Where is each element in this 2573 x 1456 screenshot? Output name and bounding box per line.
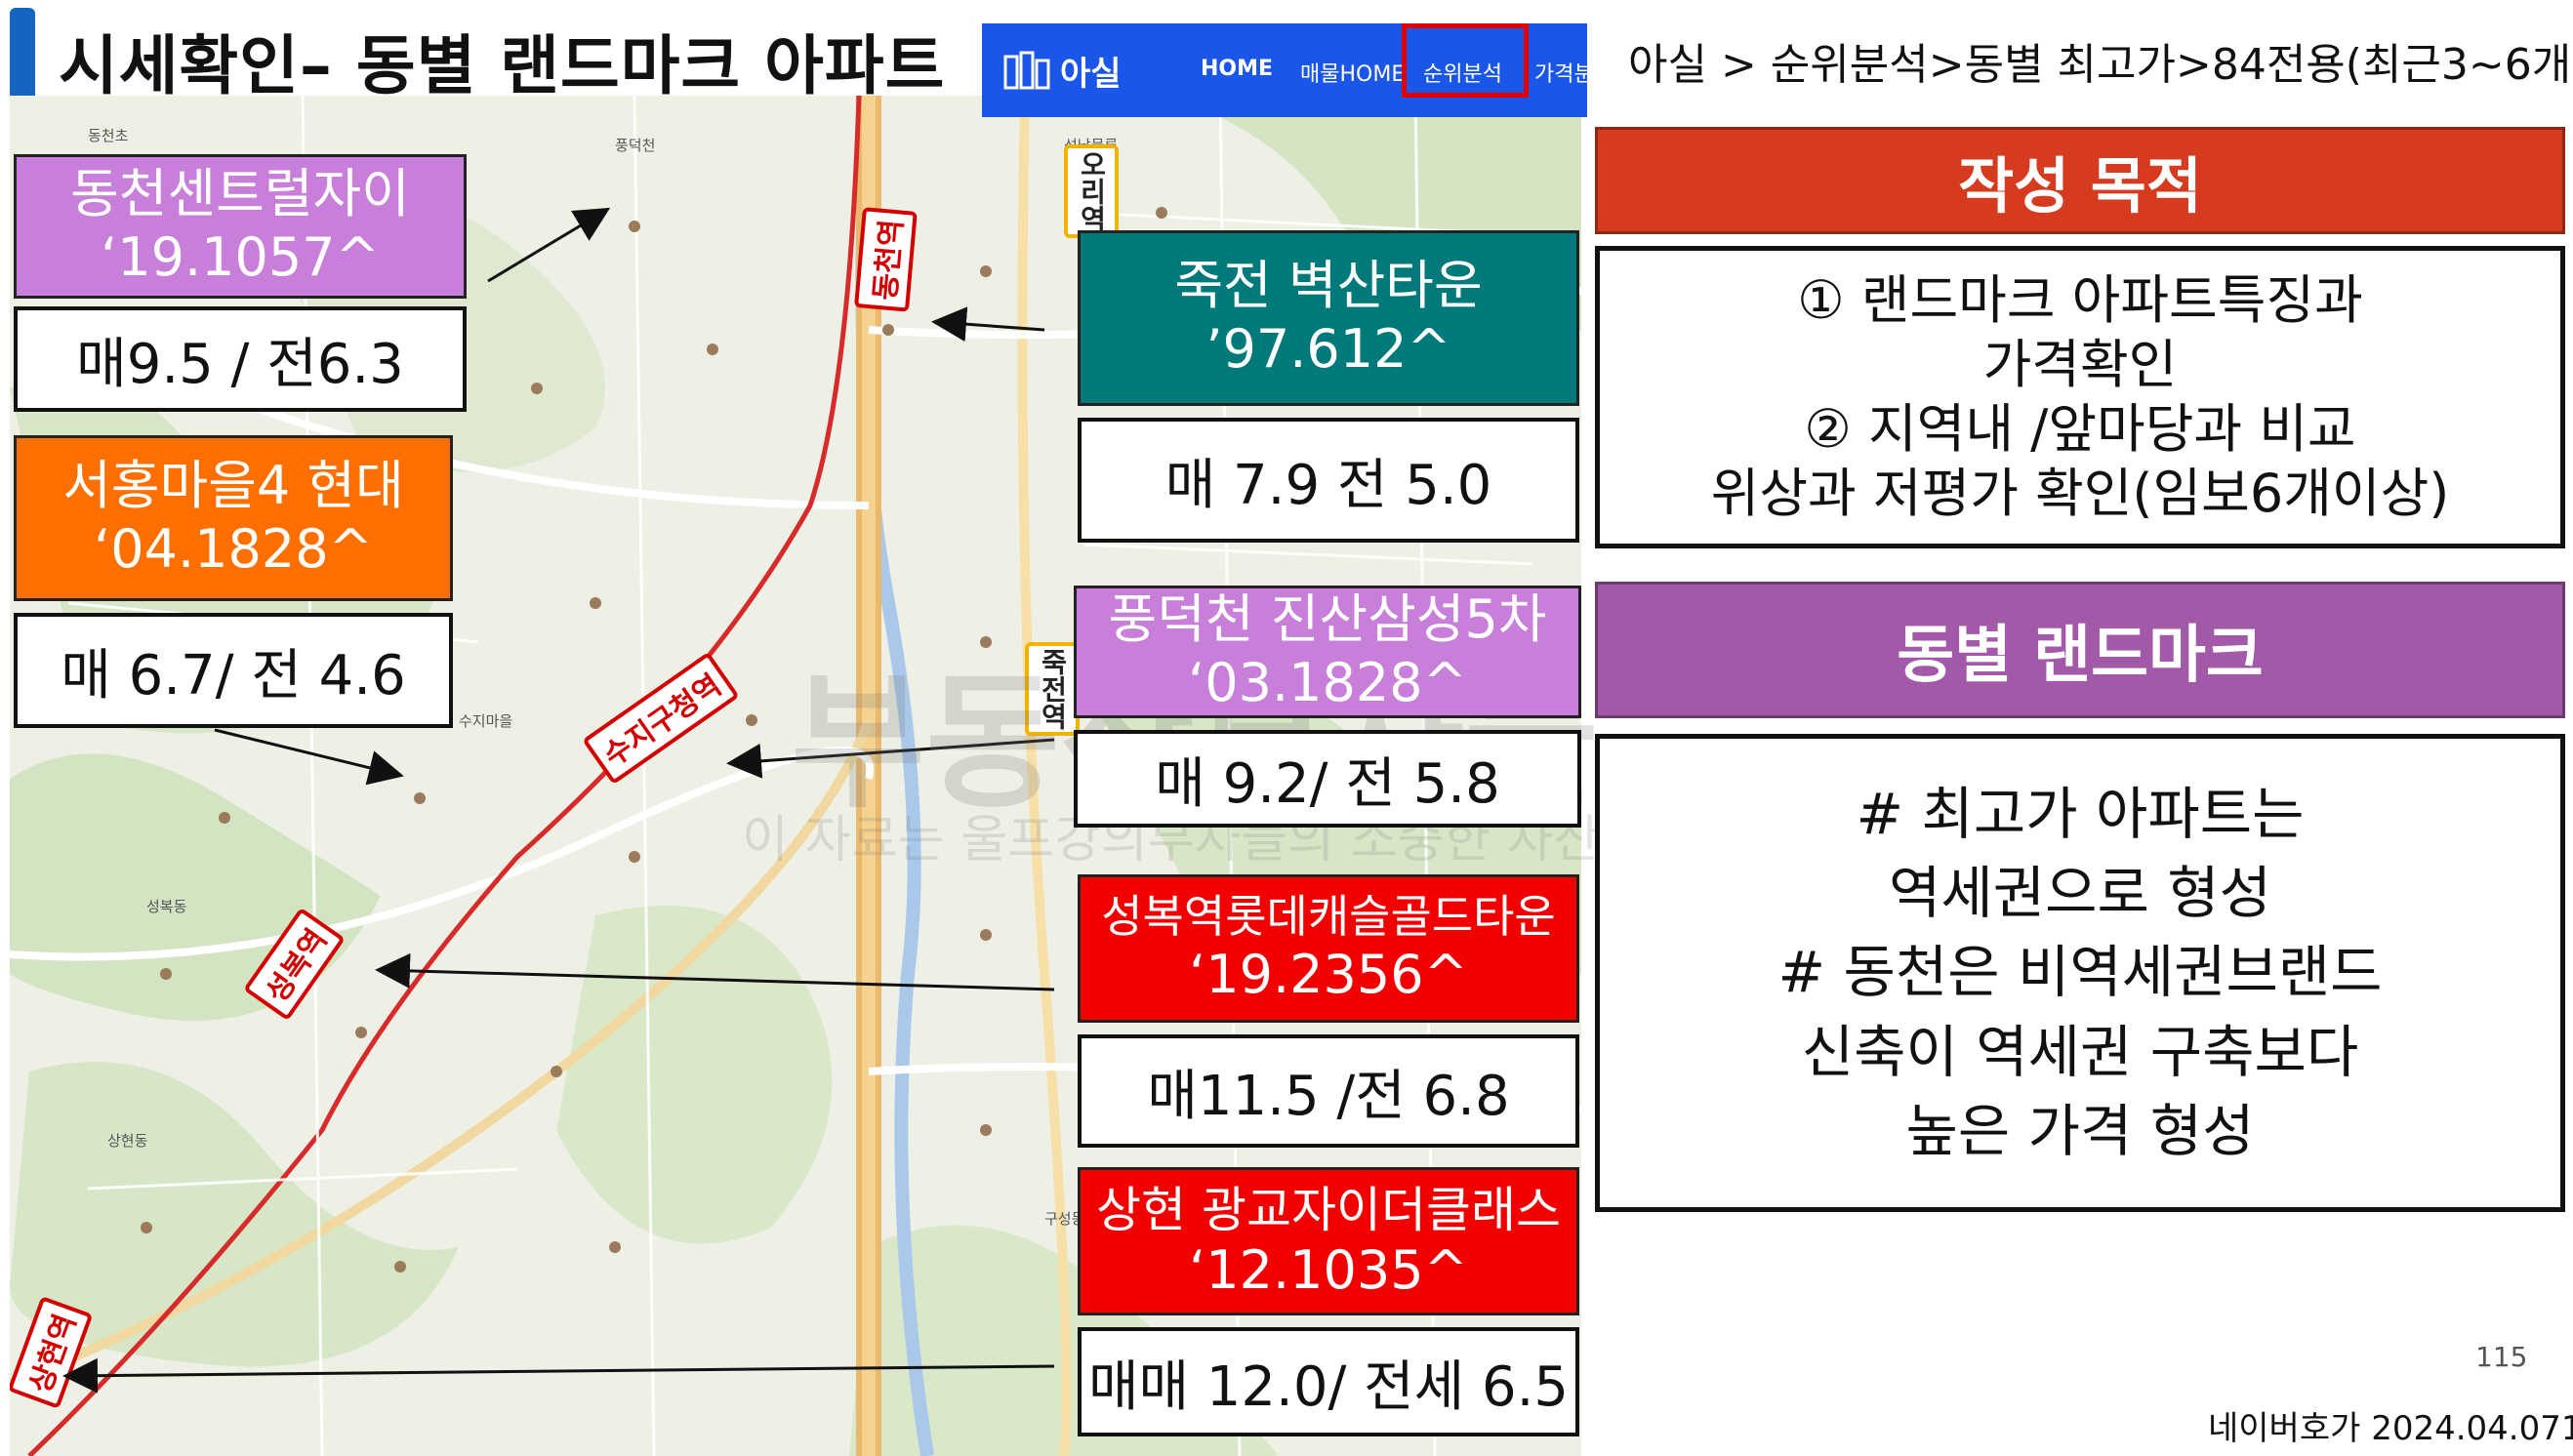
apt-info: ‘03.1828^ (1188, 652, 1467, 713)
apt-card-seongbok-lotte-castle: 성복역롯데캐슬골드타운 ‘19.2356^ (1078, 874, 1579, 1023)
purpose-line: 가격확인 (1982, 334, 2178, 396)
landmark-line: 신축이 역세권 구축보다 (1801, 1018, 2359, 1085)
apt-info: ‘04.1828^ (94, 518, 373, 580)
apt-card-dongcheon-central-xi: 동천센트럴자이 ‘19.1057^ (14, 154, 467, 299)
apt-card-sanghyeon-gwanggyo-xi: 상현 광교자이더클래스 ‘12.1035^ (1078, 1167, 1579, 1315)
apt-price-jukjeon-byeoksan: 매 7.9 전 5.0 (1078, 418, 1579, 543)
apt-name: 성복역롯데캐슬골드타운 (1101, 890, 1556, 943)
apt-name: 서홍마을4 현대 (62, 455, 404, 517)
apt-info: ’97.612^ (1205, 318, 1451, 380)
apt-info: ‘19.2356^ (1189, 944, 1468, 1006)
apt-name: 죽전 벽산타운 (1174, 255, 1483, 317)
purpose-line: 위상과 저평가 확인(임보6개이상) (1710, 462, 2450, 524)
landmark-line: 역세권으로 형성 (1889, 860, 2271, 927)
purpose-line: ① 랜드마크 아파트특징과 (1797, 269, 2363, 332)
apt-price-dongcheon-central-xi: 매9.5 / 전6.3 (14, 306, 467, 412)
apt-price-seongbok-lotte-castle: 매11.5 /전 6.8 (1078, 1034, 1579, 1148)
apt-name: 상현 광교자이더클래스 (1096, 1181, 1561, 1238)
nav-rank-analysis[interactable]: 순위분석 (1423, 57, 1502, 88)
breadcrumb: 아실 > 순위분석>동별 최고가>84전용(최근3~6개월) (1628, 40, 2573, 90)
site-logo[interactable]: 아실 (1003, 47, 1122, 95)
purpose-body: ① 랜드마크 아파트특징과 가격확인 ② 지역내 /앞마당과 비교 위상과 저평… (1595, 246, 2565, 548)
source-note: 네이버호가 2024.04.071 (2208, 1409, 2573, 1448)
purpose-line: ② 지역내 /앞마당과 비교 (1804, 398, 2356, 460)
apt-info: ‘19.1057^ (101, 226, 380, 288)
site-logo-text: 아실 (1060, 54, 1122, 94)
page-number: 115 (2475, 1341, 2528, 1373)
landmark-line: 높은 가격 형성 (1905, 1097, 2255, 1164)
nav-home[interactable]: HOME (1201, 57, 1273, 81)
apt-card-jukjeon-byeoksan: 죽전 벽산타운 ’97.612^ (1078, 230, 1579, 406)
nav-listing-home[interactable]: 매물HOME (1300, 57, 1405, 88)
landmark-line: # 동천은 비역세권브랜드 (1777, 939, 2383, 1006)
apt-price-jinsan-samsung5: 매 9.2/ 전 5.8 (1074, 730, 1581, 828)
site-header: 아실 HOME 매물HOME 순위분석 가격분 (982, 23, 1594, 117)
purpose-header: 작성 목적 (1595, 127, 2565, 234)
page-title: 시세확인– 동별 랜드마크 아파트 (59, 28, 946, 103)
nav-price[interactable]: 가격분 (1534, 57, 1594, 88)
apt-name: 동천센트럴자이 (70, 163, 410, 225)
apt-name: 풍덕천 진산삼성5차 (1108, 588, 1547, 651)
building-icon (1003, 51, 1050, 90)
apt-card-jinsan-samsung5: 풍덕천 진산삼성5차 ‘03.1828^ (1074, 586, 1581, 718)
landmark-line: # 최고가 아파트는 (1856, 781, 2305, 848)
apt-info: ‘12.1035^ (1189, 1238, 1468, 1301)
apt-price-seohong-hyundai: 매 6.7/ 전 4.6 (14, 613, 453, 728)
apt-card-seohong-hyundai: 서홍마을4 현대 ‘04.1828^ (14, 435, 453, 601)
landmark-header: 동별 랜드마크 (1595, 582, 2565, 718)
apt-price-sanghyeon-gwanggyo-xi: 매매 12.0/ 전세 6.5 (1078, 1327, 1579, 1436)
landmark-body: # 최고가 아파트는 역세권으로 형성 # 동천은 비역세권브랜드 신축이 역세… (1595, 734, 2565, 1212)
